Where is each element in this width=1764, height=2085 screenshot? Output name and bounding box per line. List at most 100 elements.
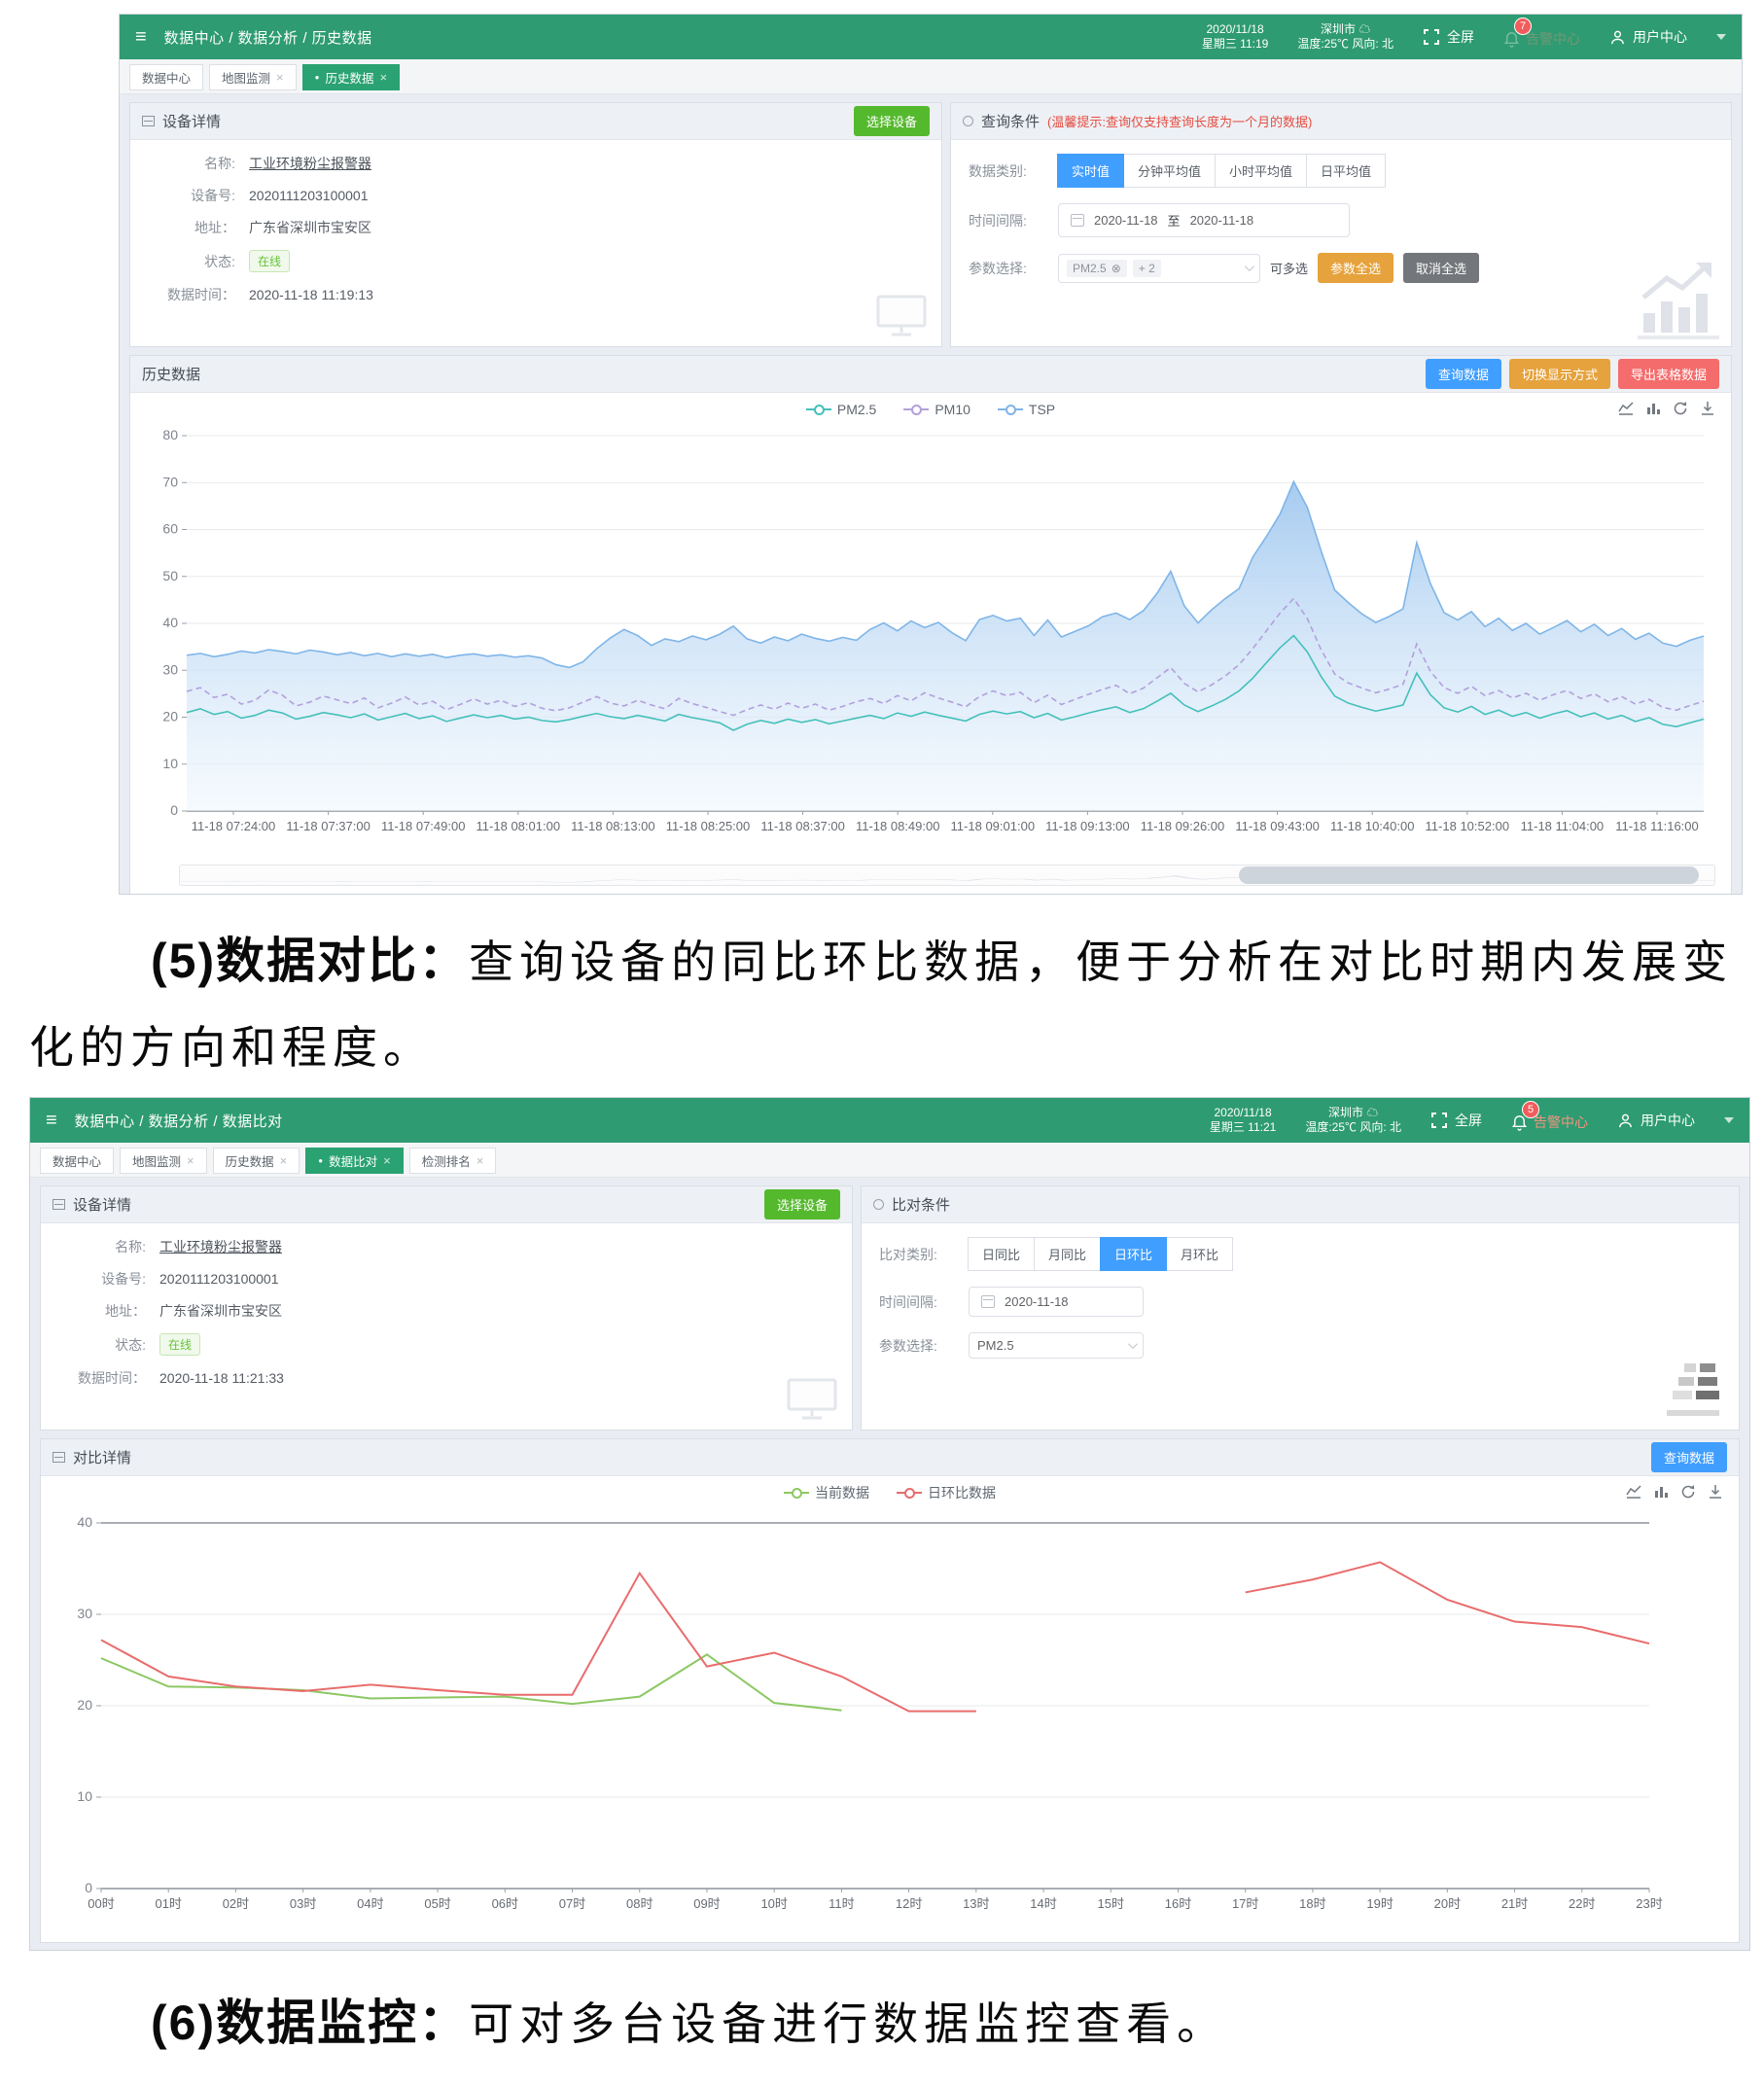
legend-item-pm25[interactable]: PM2.5 — [806, 402, 876, 417]
tab-data-compare[interactable]: ●数据比对× — [305, 1148, 403, 1174]
svg-text:09时: 09时 — [693, 1896, 720, 1911]
compare-chart-canvas[interactable]: 01020304000时01时02时03时04时05时06时07时08时09时1… — [51, 1505, 1719, 1929]
svg-text:21时: 21时 — [1501, 1896, 1528, 1911]
legend-item-tsp[interactable]: TSP — [998, 402, 1055, 417]
fullscreen-button[interactable]: 全屏 — [1423, 27, 1474, 47]
chart-toolbox — [1626, 1484, 1723, 1500]
cancel-all-params-button[interactable]: 取消全选 — [1403, 253, 1479, 283]
chip-close-icon[interactable]: ⊗ — [1111, 262, 1121, 275]
compare-type-day-mom[interactable]: 日环比 — [1100, 1237, 1167, 1271]
legend-item-pm10[interactable]: PM10 — [903, 402, 970, 417]
compare-type-group: 日同比 月同比 日环比 月环比 — [969, 1237, 1233, 1271]
chevron-down-icon[interactable] — [1716, 34, 1726, 40]
time-range-label: 时间间隔: — [969, 211, 1044, 230]
date-start-value: 2020-11-18 — [1094, 213, 1158, 228]
svg-text:23时: 23时 — [1636, 1896, 1662, 1911]
data-zoom-slider[interactable] — [179, 865, 1715, 886]
close-icon[interactable]: × — [383, 1153, 391, 1168]
date-input[interactable]: 2020-11-18 — [969, 1287, 1144, 1317]
fullscreen-label: 全屏 — [1455, 1111, 1482, 1130]
user-center-button[interactable]: 用户中心 — [1617, 1111, 1695, 1130]
download-icon[interactable] — [1700, 401, 1715, 416]
tab-history-data[interactable]: ●历史数据× — [302, 64, 400, 90]
close-icon[interactable]: × — [187, 1153, 194, 1168]
param-select[interactable]: PM2.5⊗ + 2 — [1058, 254, 1260, 283]
query-data-button[interactable]: 查询数据 — [1651, 1442, 1727, 1472]
toggle-bar-chart-icon[interactable] — [1645, 401, 1661, 416]
device-name-row: 名称:工业环境粉尘报警器 — [148, 154, 924, 173]
fullscreen-button[interactable]: 全屏 — [1430, 1111, 1482, 1130]
svg-text:00时: 00时 — [88, 1896, 114, 1911]
toggle-line-chart-icon[interactable] — [1618, 401, 1634, 416]
param-select[interactable]: PM2.5 — [969, 1332, 1144, 1359]
status-badge: 在线 — [249, 250, 290, 272]
data-zoom-thumb[interactable] — [1239, 866, 1699, 884]
device-name-row: 名称:工业环境粉尘报警器 — [58, 1237, 834, 1256]
close-icon[interactable]: × — [280, 1153, 288, 1168]
legend-marker-icon — [784, 1487, 809, 1499]
close-icon[interactable]: × — [476, 1153, 484, 1168]
legend-item-mom[interactable]: 日环比数据 — [897, 1483, 996, 1502]
data-type-hour-avg[interactable]: 小时平均值 — [1215, 154, 1307, 188]
tab-history-data[interactable]: 历史数据× — [213, 1148, 300, 1174]
active-dot-icon: ● — [315, 73, 320, 82]
close-icon[interactable]: × — [276, 70, 284, 85]
history-data-panel: 历史数据 查询数据 切换显示方式 导出表格数据 PM2.5 PM10 TS — [129, 355, 1732, 895]
svg-text:13时: 13时 — [963, 1896, 989, 1911]
query-data-button[interactable]: 查询数据 — [1426, 359, 1501, 389]
alarm-center-button[interactable]: 5 告警中心 — [1511, 1109, 1588, 1132]
data-type-day-avg[interactable]: 日平均值 — [1306, 154, 1386, 188]
alarm-center-button[interactable]: 7 告警中心 — [1503, 25, 1580, 49]
user-icon — [1609, 29, 1626, 46]
toggle-line-chart-icon[interactable] — [1626, 1484, 1641, 1500]
data-type-realtime[interactable]: 实时值 — [1057, 154, 1124, 188]
device-name[interactable]: 工业环境粉尘报警器 — [159, 1237, 282, 1256]
tab-data-center[interactable]: 数据中心 — [40, 1148, 114, 1174]
chevron-down-icon[interactable] — [1724, 1117, 1734, 1123]
select-device-button[interactable]: 选择设备 — [764, 1189, 840, 1219]
toggle-bar-chart-icon[interactable] — [1653, 1484, 1669, 1500]
device-status-row: 状态:在线 — [148, 250, 924, 272]
device-addr-row: 地址：广东省深圳市宝安区 — [148, 218, 924, 237]
select-device-button[interactable]: 选择设备 — [854, 106, 930, 136]
tab-map-monitor[interactable]: 地图监测× — [209, 64, 297, 90]
bell-icon — [1511, 1114, 1528, 1131]
compare-type-month-yoy[interactable]: 月同比 — [1034, 1237, 1101, 1271]
active-dot-icon: ● — [318, 1156, 323, 1165]
compare-type-month-mom[interactable]: 月环比 — [1166, 1237, 1233, 1271]
legend-marker-icon — [903, 404, 929, 415]
user-center-button[interactable]: 用户中心 — [1609, 27, 1687, 47]
restore-icon[interactable] — [1680, 1484, 1696, 1500]
restore-icon[interactable] — [1673, 401, 1688, 416]
history-chart-canvas[interactable]: 0102030405060708011-18 07:24:0011-18 07:… — [140, 422, 1717, 858]
svg-text:10: 10 — [162, 756, 178, 771]
switch-display-button[interactable]: 切换显示方式 — [1509, 359, 1610, 389]
svg-text:12时: 12时 — [896, 1896, 922, 1911]
data-type-minute-avg[interactable]: 分钟平均值 — [1123, 154, 1216, 188]
query-condition-panel: 查询条件 (温馨提示:查询仅支持查询长度为一个月的数据) 数据类别: 实时值 分… — [950, 102, 1732, 347]
chart-toolbox — [1618, 401, 1715, 416]
legend-item-current[interactable]: 当前数据 — [784, 1483, 869, 1502]
data-type-group: 实时值 分钟平均值 小时平均值 日平均值 — [1058, 154, 1386, 188]
user-center-label: 用户中心 — [1641, 1111, 1695, 1130]
tab-data-center[interactable]: 数据中心 — [129, 64, 203, 90]
svg-text:20: 20 — [77, 1697, 92, 1713]
svg-text:11-18 08:37:00: 11-18 08:37:00 — [760, 819, 845, 833]
close-icon[interactable]: × — [379, 70, 387, 85]
tab-map-monitor[interactable]: 地图监测× — [120, 1148, 207, 1174]
select-all-params-button[interactable]: 参数全选 — [1318, 253, 1394, 283]
compare-type-day-yoy[interactable]: 日同比 — [968, 1237, 1035, 1271]
menu-icon[interactable]: ≡ — [46, 1110, 57, 1132]
gantt-bars-icon — [1651, 1360, 1729, 1424]
download-icon[interactable] — [1708, 1484, 1723, 1500]
panel-title: 查询条件 — [981, 111, 1040, 131]
date-end-value: 2020-11-18 — [1190, 213, 1254, 228]
device-name[interactable]: 工业环境粉尘报警器 — [249, 154, 371, 173]
tab-detect-ranking[interactable]: 检测排名× — [409, 1148, 497, 1174]
header-datetime: 2020/11/18星期三 11:21 — [1210, 1106, 1276, 1135]
menu-icon[interactable]: ≡ — [135, 26, 147, 49]
export-table-button[interactable]: 导出表格数据 — [1618, 359, 1719, 389]
svg-text:11-18 08:49:00: 11-18 08:49:00 — [856, 819, 940, 833]
date-range-input[interactable]: 2020-11-18 至 2020-11-18 — [1058, 203, 1350, 237]
svg-text:0: 0 — [85, 1880, 92, 1895]
